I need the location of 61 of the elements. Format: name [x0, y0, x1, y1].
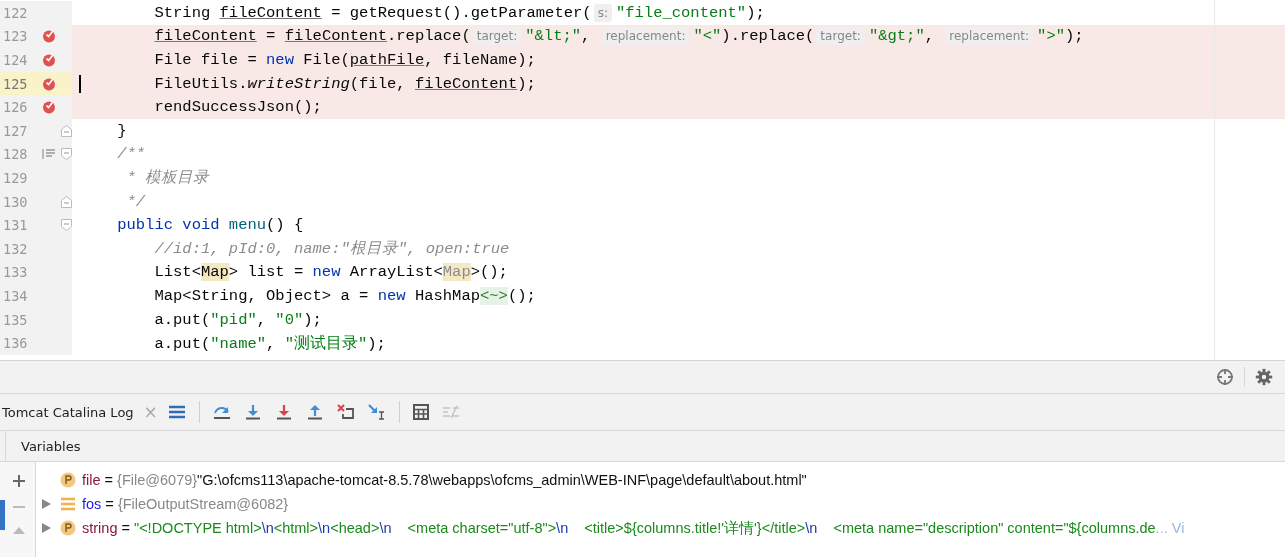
line-number: 128	[2, 146, 29, 163]
run-to-cursor-icon[interactable]	[367, 404, 386, 420]
step-over-icon[interactable]	[212, 404, 231, 420]
code-line: fileContent = fileContent.replace( target: "&lt;", replacement: "<").replace( target: "&gt;", replacement: ">");	[153, 27, 1084, 46]
crosshair-icon[interactable]	[1216, 368, 1234, 386]
line-number: 132	[2, 240, 29, 257]
arrow-up-icon[interactable]	[305, 404, 324, 420]
code-line: /**	[116, 145, 146, 164]
settings-icon[interactable]	[1255, 368, 1273, 386]
code-line: String fileContent = getRequest().getParameter( s: "file_content");	[153, 3, 765, 22]
expand-arrow-icon[interactable]	[41, 523, 51, 533]
fold-icon[interactable]	[60, 124, 72, 137]
line-number: 122	[2, 4, 29, 21]
code-line: }	[116, 121, 127, 140]
primitive-icon	[60, 472, 76, 488]
code-line: File file = new File(pathFile, fileName);	[153, 51, 536, 69]
text-caret	[79, 74, 81, 93]
breakpoint-icon[interactable]	[42, 100, 56, 115]
variable-entry[interactable]: fos = {FileOutputStream@6082}	[82, 496, 289, 512]
line-number: 130	[2, 193, 29, 210]
code-line: List<Map> list = new ArrayList<Map>();	[153, 263, 508, 282]
panel-title: Variables	[21, 438, 81, 454]
line-number: 131	[2, 217, 29, 234]
breakpoint-icon[interactable]	[42, 29, 56, 44]
line-number: 124	[2, 52, 29, 68]
variable-entry[interactable]: file = {File@6079}"G:\ofcms113\apache-tomcat-8.5.78\webapps\ofcms_admin\WEB-INF\page\default\about.html"	[82, 472, 807, 488]
line-number: 127	[2, 122, 29, 139]
debug-tab[interactable]: Tomcat Catalina Log	[0, 404, 134, 420]
line-number: 136	[2, 335, 29, 352]
line-number: 135	[2, 311, 29, 328]
code-line: FileUtils.writeString(file, fileContent);	[153, 74, 536, 93]
fields-icon	[60, 497, 76, 511]
menu-icon[interactable]	[167, 404, 186, 420]
line-number: 126	[2, 99, 29, 116]
code-line: //id:1, pId:0, name:"根目录", open:true	[153, 239, 510, 260]
code-line: rendSuccessJson();	[153, 98, 322, 117]
line-number: 125	[2, 75, 29, 92]
primitive-icon	[60, 520, 76, 536]
expand-arrow-icon[interactable]	[41, 499, 51, 509]
arrow-down-icon[interactable]	[243, 404, 262, 420]
code-line: Map<String, Object> a = new HashMap<~>();	[153, 286, 536, 305]
line-number: 133	[2, 264, 29, 281]
fold-icon[interactable]	[60, 148, 72, 161]
code-line: * 模板目录	[125, 168, 210, 189]
fold-icon[interactable]	[60, 219, 72, 232]
arrow-down-icon[interactable]	[274, 404, 293, 420]
code-line: a.put("pid", "0");	[153, 310, 322, 329]
code-line: */	[125, 192, 146, 211]
fold-icon[interactable]	[60, 195, 72, 208]
line-number: 129	[2, 169, 29, 186]
line-number: 134	[2, 287, 29, 304]
calculator-icon[interactable]	[412, 404, 429, 420]
breakpoint-icon[interactable]	[42, 76, 56, 91]
code-line: public void menu() {	[116, 216, 304, 235]
drop-frame-icon[interactable]	[336, 404, 355, 420]
breakpoint-icon[interactable]	[42, 53, 56, 67]
code-line: a.put("name", "测试目录");	[153, 333, 386, 354]
lines-icon[interactable]	[42, 148, 56, 161]
variable-entry[interactable]: string = "<!DOCTYPE html>\n<html>\n<head>\n <meta charset="utf-8">\n <title>${columns.title!'详情'}</title>\n <meta name="description" content="${columns.de... Vi	[82, 518, 1185, 538]
add-icon[interactable]	[12, 474, 26, 488]
line-number: 123	[2, 28, 29, 45]
